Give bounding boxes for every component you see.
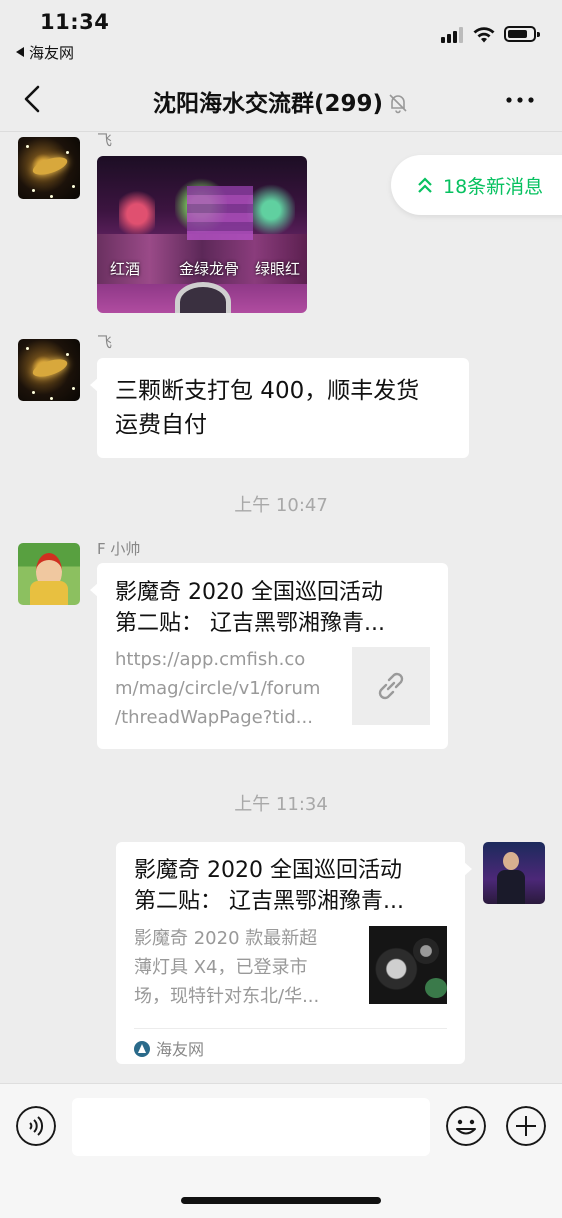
- divider: [134, 1028, 447, 1029]
- title-line: 第二贴： 辽吉黑鄂湘豫青...: [115, 611, 385, 636]
- photo-caption: 金绿龙骨: [179, 260, 240, 278]
- chat-title: 沈阳海水交流群(299): [152, 91, 384, 117]
- sender-avatar-fei[interactable]: [18, 137, 80, 199]
- source-label: 海友网: [156, 1040, 205, 1059]
- double-chevron-up-icon: [418, 177, 432, 193]
- title-line: 影魔奇 2020 全国巡回活动: [115, 580, 383, 605]
- article-thumbnail: [369, 926, 447, 1004]
- article-card-description: 影魔奇 2020 款最新超 薄灯具 X4，已登录市 场，现特针对东北/华...: [134, 924, 356, 1011]
- source-app-icon: [134, 1041, 150, 1057]
- photo-caption: 绿眼红: [255, 260, 301, 278]
- article-card-message[interactable]: 影魔奇 2020 全国巡回活动 第二贴： 辽吉黑鄂湘豫青... 影魔奇 2020…: [116, 842, 472, 1064]
- text-message-bubble[interactable]: 三颗断支打包 400，顺丰发货 运费自付: [90, 358, 469, 458]
- link-card-message[interactable]: 影魔奇 2020 全国巡回活动 第二贴： 辽吉黑鄂湘豫青... https://…: [90, 563, 448, 749]
- new-messages-button[interactable]: 18条新消息: [391, 155, 562, 215]
- link-thumbnail: [352, 647, 430, 725]
- more-options-icon[interactable]: [500, 90, 540, 110]
- my-avatar[interactable]: [483, 842, 545, 904]
- sender-avatar-fei[interactable]: [18, 339, 80, 401]
- back-to-app-link[interactable]: 海友网: [16, 42, 74, 63]
- message-input[interactable]: [72, 1098, 430, 1156]
- new-messages-label: 18条新消息: [443, 175, 544, 198]
- timestamp: 上午 11:34: [234, 794, 328, 815]
- sender-name: 飞: [97, 131, 113, 149]
- desc-line: 薄灯具 X4，已登录市: [134, 957, 308, 978]
- back-app-label: 海友网: [29, 44, 75, 62]
- url-line: /threadWapPage?tid...: [115, 707, 313, 728]
- status-time: 11:34: [40, 10, 110, 34]
- voice-input-button[interactable]: [16, 1106, 56, 1146]
- link-chain-icon: [378, 672, 404, 700]
- cellular-signal-icon: [441, 27, 465, 43]
- article-source: 海友网: [134, 1036, 204, 1060]
- sender-avatar-xiaoshuai[interactable]: [18, 543, 80, 605]
- title-line: 影魔奇 2020 全国巡回活动: [134, 858, 402, 883]
- status-bar: 11:34 海友网: [0, 0, 562, 66]
- link-card-url: https://app.cmfish.co m/mag/circle/v1/fo…: [115, 645, 337, 732]
- link-card-title: 影魔奇 2020 全国巡回活动 第二贴： 辽吉黑鄂湘豫青...: [115, 577, 430, 639]
- mute-bell-icon: [389, 94, 407, 114]
- message-text-line: 运费自付: [115, 412, 207, 438]
- battery-icon: [504, 26, 540, 42]
- sender-name: 飞: [97, 333, 113, 351]
- message-text-line: 三颗断支打包 400，顺丰发货: [115, 378, 420, 404]
- desc-line: 场，现特针对东北/华...: [134, 986, 320, 1007]
- url-line: m/mag/circle/v1/forum: [115, 678, 321, 699]
- home-indicator: [181, 1197, 381, 1204]
- desc-line: 影魔奇 2020 款最新超: [134, 928, 318, 949]
- back-triangle-icon: [16, 47, 24, 57]
- sender-name: F 小帅: [97, 540, 141, 558]
- title-line: 第二贴： 辽吉黑鄂湘豫青...: [134, 889, 404, 914]
- article-card-title: 影魔奇 2020 全国巡回活动 第二贴： 辽吉黑鄂湘豫青...: [134, 855, 447, 917]
- chat-header: 沈阳海水交流群(299): [0, 66, 562, 132]
- photo-caption: 红酒: [110, 260, 141, 278]
- more-functions-plus-button[interactable]: [506, 1106, 546, 1146]
- url-line: https://app.cmfish.co: [115, 649, 306, 670]
- emoji-button[interactable]: [446, 1106, 486, 1146]
- mosaic-blur: [187, 186, 253, 240]
- timestamp: 上午 10:47: [234, 495, 328, 516]
- wifi-icon: [473, 27, 495, 43]
- coral-photo-message[interactable]: 红酒 金绿龙骨 绿眼红: [97, 156, 307, 313]
- chat-title-wrap: 沈阳海水交流群(299): [0, 84, 562, 118]
